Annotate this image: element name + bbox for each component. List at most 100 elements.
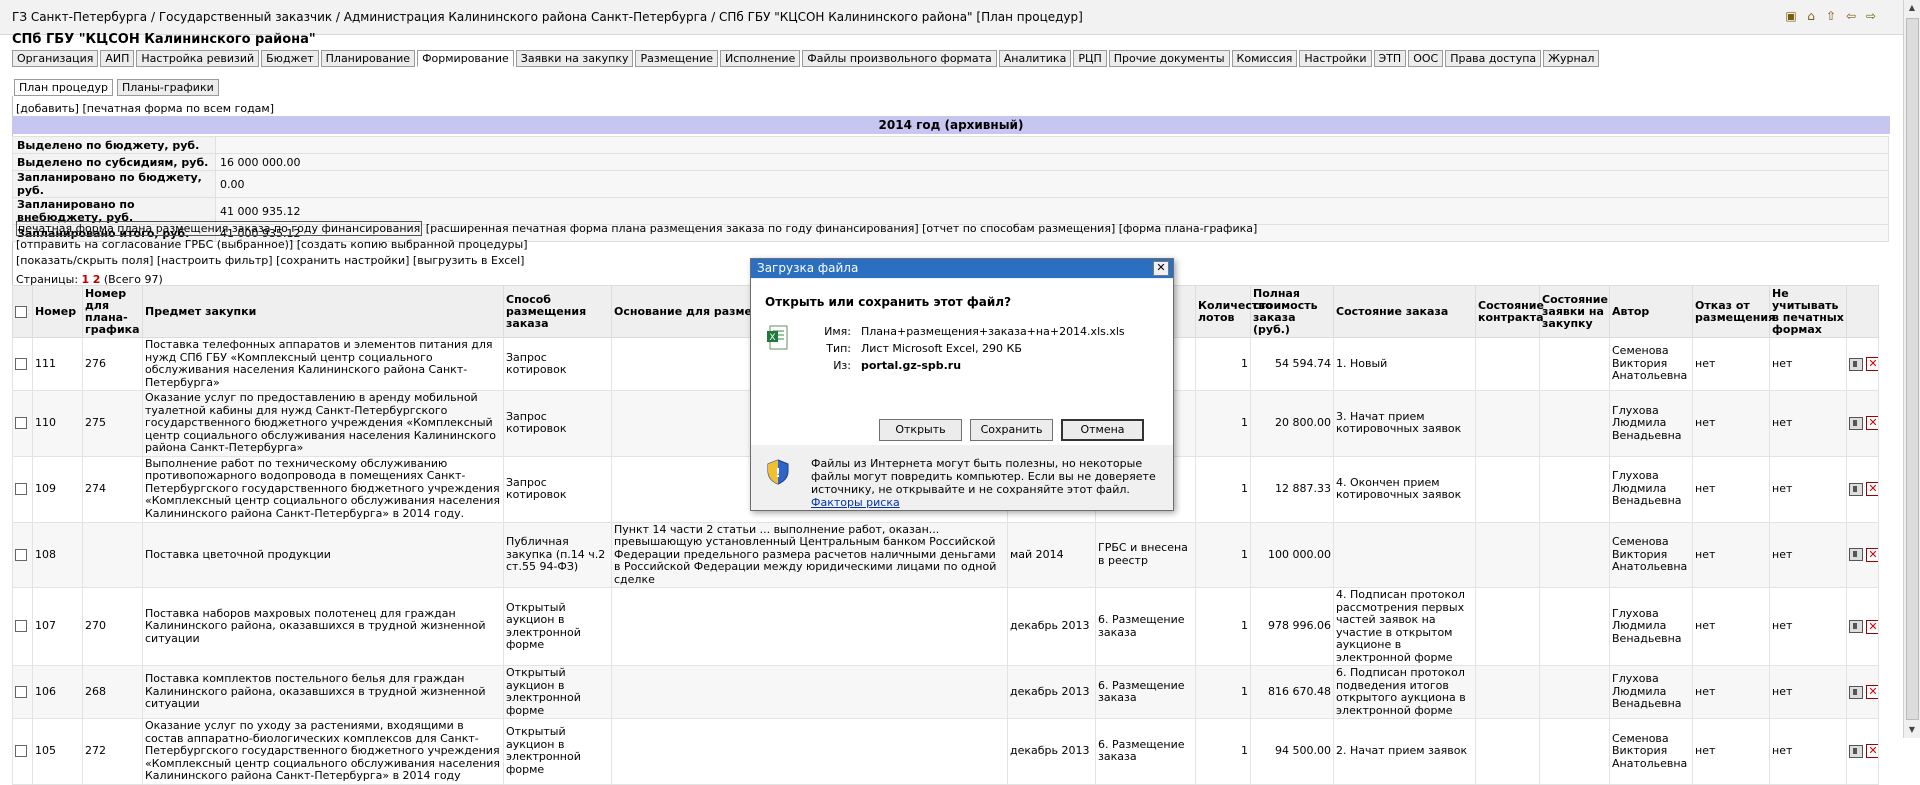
delete-icon[interactable]: ✕ (1866, 357, 1878, 371)
tab-journal[interactable]: Журнал (1543, 50, 1600, 67)
row-checkbox[interactable] (15, 357, 27, 370)
delete-icon[interactable]: ✕ (1866, 619, 1878, 634)
scroll-down-icon[interactable]: ▼ (1904, 722, 1920, 738)
row-subject[interactable]: Поставка комплектов постельного белья дл… (142, 665, 504, 719)
tab-settings[interactable]: Настройки (1299, 50, 1372, 67)
report-links-rest[interactable]: [расширенная печатная форма плана размещ… (422, 222, 1258, 235)
row-actions: ✕ (1846, 455, 1879, 523)
report-links: печатная форма плана размещения заказа п… (16, 221, 1258, 236)
tab-rcp[interactable]: РЦП (1073, 50, 1107, 67)
col-author[interactable]: Автор (1609, 285, 1693, 338)
col-lots[interactable]: Количество лотов (1195, 285, 1273, 338)
row-subject[interactable]: Выполнение работ по техническому обслужи… (142, 455, 504, 523)
row-plan-number: 275 (82, 390, 143, 457)
col-refuse[interactable]: Отказ от размещения (1692, 285, 1775, 338)
edit-icon[interactable] (1849, 685, 1863, 699)
add-print-links[interactable]: [добавить] [печатная форма по всем годам… (16, 102, 274, 115)
edit-icon[interactable] (1849, 357, 1863, 371)
tab-organization[interactable]: Организация (12, 50, 99, 67)
file-source: portal.gz-spb.ru (861, 359, 962, 372)
select-all-checkbox[interactable] (15, 305, 27, 318)
dialog-buttons: Открыть Сохранить Отмена (879, 419, 1144, 441)
row-checkbox[interactable] (15, 620, 27, 633)
row-checkbox[interactable] (15, 685, 27, 698)
row-subject[interactable]: Поставка цветочной продукции (142, 521, 504, 588)
back-icon[interactable]: ⇦ (1844, 9, 1858, 23)
col-contract-state[interactable]: Состояние контракта (1475, 285, 1544, 338)
tab-aip[interactable]: АИП (100, 50, 135, 67)
col-cost[interactable]: Полная стоимость заказа (руб.) (1250, 285, 1334, 338)
approval-links[interactable]: [отправить на согласование ГРБС (выбранн… (16, 238, 528, 251)
close-icon[interactable]: ✕ (1153, 261, 1169, 276)
row-cost: 20 800.00 (1250, 390, 1334, 457)
table-row[interactable]: 107 270 Поставка наборов махровых полоте… (12, 587, 1879, 666)
edit-icon[interactable] (1849, 620, 1863, 633)
table-row[interactable]: 105 272 Оказание услуг по уходу за расте… (12, 718, 1879, 785)
tab-commission[interactable]: Комиссия (1231, 50, 1298, 67)
row-noprint: нет (1769, 718, 1847, 785)
tab-access-rights[interactable]: Права доступа (1445, 50, 1542, 67)
tab-oos[interactable]: ООС (1408, 50, 1444, 67)
tab-other-docs[interactable]: Прочие документы (1108, 50, 1230, 67)
scroll-thumb[interactable] (1906, 18, 1919, 720)
edit-icon[interactable] (1849, 416, 1863, 430)
tab-audit-settings[interactable]: Настройка ревизий (136, 50, 260, 67)
tab-files[interactable]: Файлы произвольного формата (802, 50, 997, 67)
col-request-state[interactable]: Состояние заявки на закупку (1539, 285, 1610, 338)
from-label: Из: (833, 359, 851, 372)
scroll-up-icon[interactable]: ▲ (1904, 0, 1920, 16)
print-plan-link[interactable]: печатная форма плана размещения заказа п… (16, 221, 423, 236)
row-method: Публичная закупка (п.14 ч.2 ст.55 94-ФЗ) (503, 521, 612, 588)
row-subject[interactable]: Оказание услуг по предоставлению в аренд… (142, 390, 504, 457)
col-plan-number[interactable]: Номер для плана-графика (82, 285, 143, 338)
open-button[interactable]: Открыть (879, 419, 962, 441)
row-select (12, 390, 33, 457)
delete-icon[interactable]: ✕ (1866, 685, 1878, 699)
subtab-procedure-plan[interactable]: План процедур (14, 79, 113, 96)
tab-planning[interactable]: Планирование (320, 50, 416, 67)
table-row[interactable]: 108 Поставка цветочной продукции Публичн… (12, 521, 1879, 588)
up-icon[interactable]: ⇧ (1824, 9, 1838, 23)
folder-icon[interactable]: ▣ (1784, 9, 1798, 23)
tab-placement[interactable]: Размещение (635, 50, 718, 67)
row-refuse: нет (1692, 337, 1770, 391)
subtab-schedules[interactable]: Планы-графики (117, 79, 219, 96)
row-subject[interactable]: Поставка наборов махровых полотенец для … (142, 587, 504, 666)
delete-icon[interactable]: ✕ (1866, 547, 1878, 562)
row-subject[interactable]: Поставка телефонных аппаратов и элементо… (142, 337, 504, 391)
risk-factors-link[interactable]: Факторы риска (811, 496, 900, 509)
table-row[interactable]: 106 268 Поставка комплектов постельного … (12, 665, 1879, 719)
col-subject[interactable]: Предмет закупки (142, 285, 504, 338)
settings-links[interactable]: [показать/скрыть поля] [настроить фильтр… (16, 254, 524, 267)
col-order-state[interactable]: Состояние заказа (1333, 285, 1476, 338)
delete-icon[interactable]: ✕ (1866, 482, 1878, 496)
row-checkbox[interactable] (15, 417, 27, 429)
tab-etp[interactable]: ЭТП (1373, 50, 1407, 67)
tab-purchase-requests[interactable]: Заявки на закупку (515, 50, 634, 67)
row-request (1539, 665, 1610, 719)
breadcrumb[interactable]: ГЗ Санкт-Петербурга / Государственный за… (12, 10, 1083, 24)
vertical-scrollbar[interactable]: ▲ ▼ (1903, 0, 1920, 738)
delete-icon[interactable]: ✕ (1866, 416, 1878, 431)
home-icon[interactable]: ⌂ (1804, 9, 1818, 23)
row-checkbox[interactable] (15, 745, 27, 757)
save-button[interactable]: Сохранить (970, 419, 1053, 441)
edit-icon[interactable] (1849, 482, 1863, 496)
tab-forming[interactable]: Формирование (417, 50, 514, 67)
tab-budget[interactable]: Бюджет (261, 50, 319, 67)
row-checkbox[interactable] (15, 482, 27, 495)
edit-icon[interactable] (1849, 744, 1863, 758)
cancel-button[interactable]: Отмена (1061, 419, 1144, 441)
row-number: 108 (32, 521, 83, 588)
row-subject[interactable]: Оказание услуг по уходу за растениями, в… (142, 718, 504, 785)
delete-icon[interactable]: ✕ (1866, 744, 1878, 759)
budget-label: Запланировано по бюджету, руб. (12, 170, 216, 198)
edit-icon[interactable] (1849, 548, 1863, 562)
col-method[interactable]: Способ размещения заказа (503, 285, 612, 338)
col-noprint[interactable]: Не учитывать в печатных формах (1769, 285, 1847, 338)
col-number[interactable]: Номер (32, 285, 83, 338)
tab-analytics[interactable]: Аналитика (998, 50, 1072, 67)
tab-execution[interactable]: Исполнение (720, 50, 801, 67)
row-checkbox[interactable] (15, 548, 27, 561)
forward-icon[interactable]: ⇨ (1864, 9, 1878, 23)
